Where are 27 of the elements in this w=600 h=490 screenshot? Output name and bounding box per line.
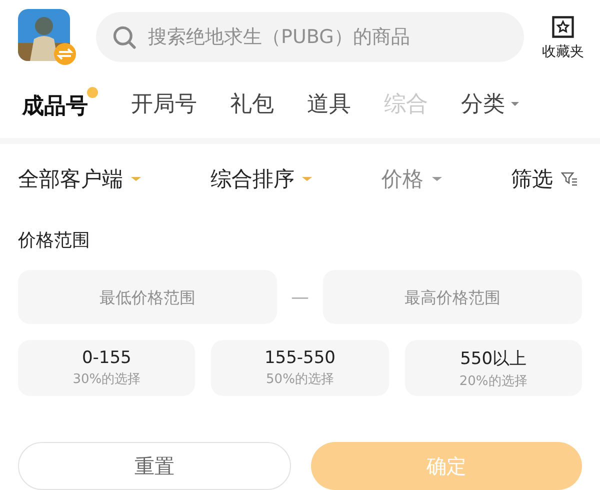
filter-dropdown[interactable]: 价格 <box>382 165 442 193</box>
app-icon[interactable] <box>18 9 70 61</box>
filter-dropdown[interactable]: 筛选 <box>510 165 578 193</box>
input-field[interactable]: 最高价格范围 <box>323 270 582 324</box>
caret-icon <box>131 177 141 181</box>
swap-icon[interactable] <box>54 43 76 65</box>
tab[interactable]: 开局号 <box>131 89 197 119</box>
section-title: 价格范围 <box>18 229 91 253</box>
reset-button[interactable]: 重置 <box>18 442 291 490</box>
tab[interactable]: 道具 <box>307 89 351 119</box>
tab[interactable]: 成品号 <box>22 87 98 121</box>
price-option[interactable]: 155-550 50%的选择 <box>211 340 389 396</box>
search-icon <box>112 25 136 49</box>
filter-icon <box>560 171 578 187</box>
caret-icon <box>432 177 442 181</box>
tab[interactable]: 礼包 <box>230 89 274 119</box>
input-field[interactable]: 最低价格范围 <box>18 270 277 324</box>
range-separator: — <box>291 286 309 308</box>
tab[interactable]: 分类 <box>461 89 519 119</box>
price-option[interactable]: 0-155 30%的选择 <box>18 340 196 396</box>
filter-dropdown[interactable]: 全部客户端 <box>18 165 141 193</box>
search-field[interactable]: 搜索绝地求生（PUBG）的商品 <box>96 12 524 62</box>
favorites-button[interactable]: 收藏夹 <box>542 14 584 60</box>
filter-dropdown[interactable]: 综合排序 <box>210 165 312 193</box>
caret-icon <box>302 177 312 181</box>
caret-icon <box>511 102 519 106</box>
price-option[interactable]: 550以上 20%的选择 <box>404 340 582 396</box>
